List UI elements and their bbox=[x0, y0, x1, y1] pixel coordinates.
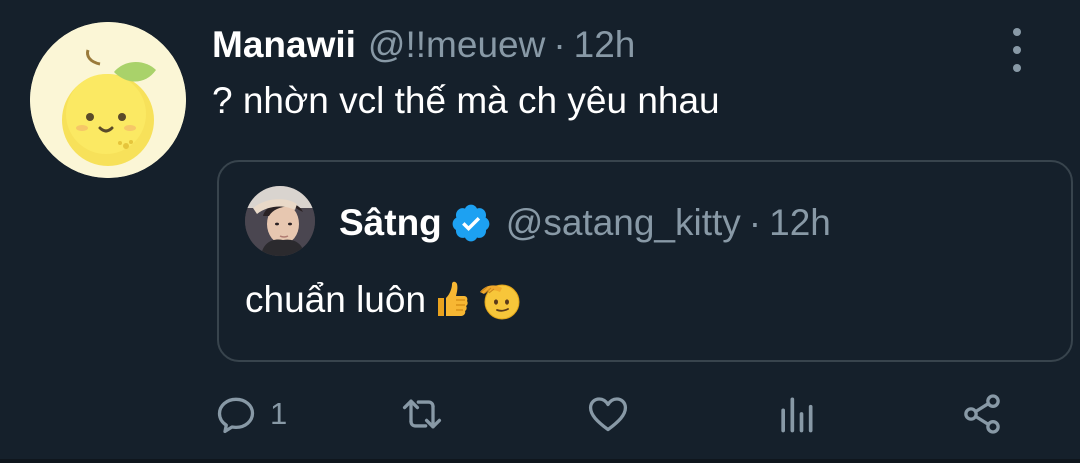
retweet-icon bbox=[402, 399, 442, 429]
quoted-tweet-time[interactable]: 12h bbox=[769, 202, 831, 244]
person-avatar-icon bbox=[245, 186, 315, 256]
author-name[interactable]: Manawii bbox=[212, 24, 356, 66]
like-button[interactable] bbox=[586, 386, 630, 442]
verified-badge-icon bbox=[450, 202, 492, 244]
reply-icon bbox=[217, 397, 255, 434]
share-button[interactable] bbox=[960, 386, 1004, 442]
author-avatar[interactable] bbox=[30, 22, 186, 178]
lemon-avatar-icon bbox=[30, 22, 186, 178]
tweet-time[interactable]: 12h bbox=[574, 24, 636, 66]
quoted-author-avatar[interactable] bbox=[245, 186, 315, 256]
like-icon bbox=[588, 397, 628, 432]
quoted-tweet-header: Sâtng @satang_kitty · 12h bbox=[339, 202, 831, 244]
tweet-divider bbox=[0, 459, 1080, 463]
separator-dot: · bbox=[553, 24, 566, 65]
quoted-tweet-text-row: chuẩn luôn bbox=[245, 278, 522, 322]
author-handle[interactable]: @!!meuew bbox=[368, 24, 545, 66]
reply-count: 1 bbox=[270, 396, 288, 431]
quoted-tweet[interactable]: Sâtng @satang_kitty · 12h chuẩn luôn bbox=[217, 160, 1073, 362]
tweet[interactable]: Manawii @!!meuew · 12h ? nhờn vcl thế mà… bbox=[0, 0, 1080, 463]
more-vertical-icon[interactable] bbox=[1001, 28, 1033, 72]
quoted-tweet-text: chuẩn luôn bbox=[245, 279, 427, 320]
saluting-face-emoji-icon bbox=[478, 278, 522, 322]
thumbs-up-emoji-icon bbox=[430, 278, 474, 322]
tweet-actions: 1 bbox=[0, 386, 1080, 442]
quoted-author-name[interactable]: Sâtng bbox=[339, 202, 442, 244]
tweet-header: Manawii @!!meuew · 12h bbox=[212, 24, 635, 74]
quoted-separator-dot: · bbox=[748, 202, 762, 243]
analytics-icon bbox=[781, 397, 813, 433]
share-icon bbox=[964, 394, 1000, 434]
analytics-button[interactable] bbox=[774, 386, 818, 442]
retweet-button[interactable] bbox=[400, 386, 444, 442]
tweet-text: ? nhờn vcl thế mà ch yêu nhau bbox=[212, 80, 720, 121]
reply-button[interactable]: 1 bbox=[214, 386, 287, 442]
quoted-author-handle[interactable]: @satang_kitty bbox=[506, 202, 741, 244]
